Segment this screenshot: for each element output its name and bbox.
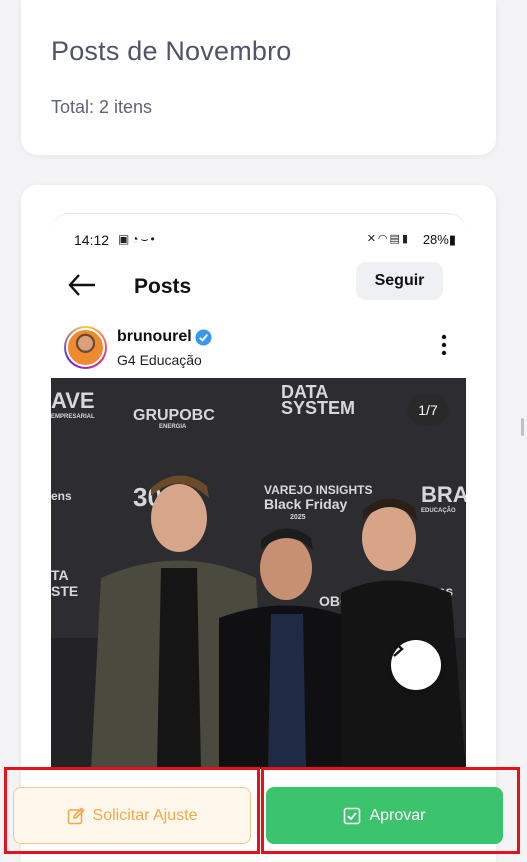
backdrop-text: SYSTEM — [281, 398, 355, 418]
signal-icon: ▮ — [401, 233, 410, 245]
media-counter: 1/7 — [407, 395, 449, 425]
request-adjustment-button[interactable]: Solicitar Ajuste — [13, 787, 251, 844]
event-photo-illustration: AVE EMPRESARIAL GRUPOBC ENERGIA DATA SYS… — [51, 378, 466, 769]
page-title: Posts de Novembro — [51, 36, 292, 66]
approve-button[interactable]: Aprovar — [266, 787, 503, 844]
scrollbar-thumb[interactable] — [521, 418, 524, 436]
back-arrow-icon[interactable] — [67, 272, 97, 298]
total-count: Total: 2 itens — [51, 97, 153, 117]
approve-label: Aprovar — [369, 806, 426, 824]
post-author: brunourel G4 Educação — [51, 324, 466, 376]
backdrop-text: GRUPOBC — [133, 407, 215, 424]
backdrop-text: BRA — [421, 482, 466, 507]
action-bar: Solicitar Ajuste Aprovar — [0, 767, 527, 862]
mute-icon: ✕ — [366, 233, 378, 245]
backdrop-text: ens — [51, 489, 72, 503]
dot-icon: • — [150, 232, 157, 246]
volte-icon: ▤ — [389, 233, 402, 245]
backdrop-text: Black Friday — [264, 496, 347, 512]
battery-level: 28%▮ — [423, 232, 456, 248]
backdrop-text: VAREJO INSIGHTS — [264, 483, 372, 497]
backdrop-text: ENERGIA — [159, 424, 187, 430]
verified-badge-icon — [195, 329, 212, 346]
check-square-icon — [344, 807, 361, 824]
backdrop-text: EMPRESARIAL — [51, 414, 95, 420]
summary-card: Posts de Novembro Total: 2 itens — [21, 0, 496, 155]
post-photo[interactable]: AVE EMPRESARIAL GRUPOBC ENERGIA DATA SYS… — [51, 378, 466, 769]
backdrop-text: EDUCAÇÃO — [421, 507, 456, 514]
backdrop-text: AVE — [51, 388, 95, 413]
whatsapp-icon: ◔ — [131, 232, 141, 246]
battery-text: 28% — [422, 232, 449, 247]
follow-button[interactable]: Seguir — [356, 262, 443, 300]
request-adjustment-label: Solicitar Ajuste — [92, 806, 198, 824]
wifi-icon: ◠ — [377, 233, 390, 245]
edit-icon — [67, 807, 84, 824]
backdrop-text: TA — [51, 567, 69, 583]
instagram-header: Posts Seguir — [51, 260, 466, 310]
post-card: 14:12 ▣◔⌣• ✕◠▤▮ 28%▮ Posts Seguir brunou… — [21, 185, 496, 862]
chevron-right-icon — [393, 641, 404, 657]
instagram-title: Posts — [134, 275, 192, 298]
next-slide-button[interactable] — [391, 640, 441, 690]
status-time: 14:12 — [74, 232, 110, 248]
author-username[interactable]: brunourel — [117, 328, 192, 346]
author-subtitle: G4 Educação — [117, 352, 202, 368]
status-bar: 14:12 ▣◔⌣• ✕◠▤▮ 28%▮ — [51, 214, 466, 254]
backdrop-text: 2025 — [290, 514, 306, 521]
image-icon: ▣ — [118, 232, 132, 246]
battery-icon: ▮ — [448, 232, 456, 247]
status-system-icons: ✕◠▤▮ — [367, 232, 410, 245]
backdrop-text: STE — [51, 583, 78, 599]
post-screenshot: 14:12 ▣◔⌣• ✕◠▤▮ 28%▮ Posts Seguir brunou… — [51, 213, 466, 769]
avatar[interactable] — [64, 326, 107, 369]
more-options-icon[interactable] — [440, 334, 448, 356]
status-notification-icons: ▣◔⌣• — [118, 232, 157, 247]
chevron-icon: ⌣ — [140, 232, 151, 246]
